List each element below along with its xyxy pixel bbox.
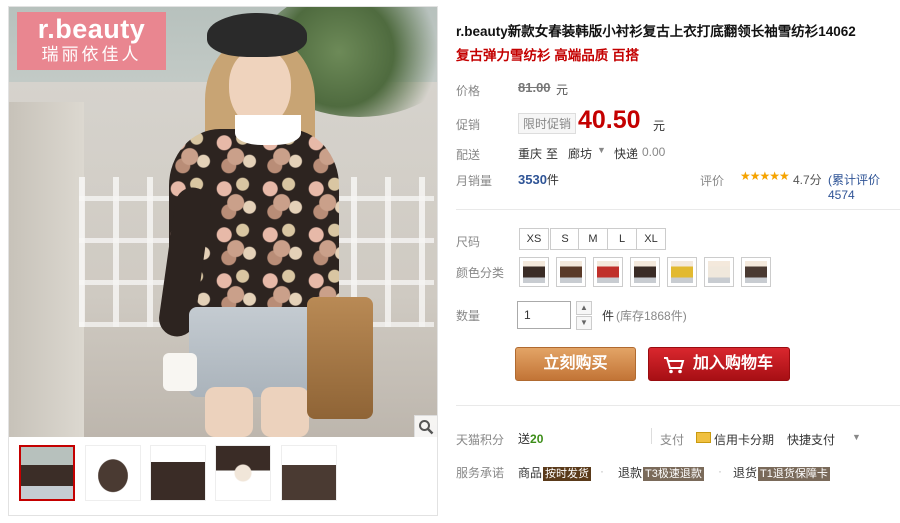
size-option-s[interactable]: S	[550, 228, 580, 250]
brand-subtitle: 瑞丽依佳人	[41, 45, 142, 65]
size-label: 尺码	[456, 235, 481, 249]
buy-now-button[interactable]: 立刻购买	[515, 347, 636, 381]
main-product-image[interactable]: r.beauty 瑞丽依佳人	[9, 7, 437, 437]
size-option-xl[interactable]: XL	[636, 228, 666, 250]
color-swatch-thumb	[745, 261, 767, 283]
sales-count-value: 3530	[518, 172, 547, 187]
color-swatch[interactable]	[704, 257, 734, 287]
thumbnail-4[interactable]	[215, 445, 271, 501]
service-tag: 按时发货	[543, 467, 592, 481]
color-swatch-thumb	[708, 261, 730, 283]
sales-label: 月销量	[456, 174, 493, 188]
original-price: 81.00	[518, 80, 551, 95]
quantity-input[interactable]	[517, 301, 571, 329]
size-option-xs[interactable]: XS	[519, 228, 549, 250]
rating-label: 评价	[700, 174, 725, 188]
brand-logo: r.beauty 瑞丽依佳人	[17, 12, 166, 70]
rating-stars-icon: ★★★★★	[740, 169, 790, 183]
service-prefix: 商品	[518, 466, 543, 480]
photo-model-leg	[205, 387, 253, 437]
service-prefix: 退款	[618, 466, 643, 480]
magnifier-icon	[419, 420, 434, 435]
size-option-l[interactable]: L	[607, 228, 637, 250]
product-gallery: r.beauty 瑞丽依佳人	[8, 6, 438, 516]
size-option-m[interactable]: M	[578, 228, 608, 250]
points-info: 送20	[518, 430, 543, 447]
photo-pillar	[9, 102, 84, 437]
ship-method: 快递	[614, 147, 639, 161]
promo-label: 促销	[456, 118, 481, 132]
color-swatch-thumb	[634, 261, 656, 283]
credit-installment-link[interactable]: 信用卡分期	[714, 431, 774, 448]
color-label: 颜色分类	[456, 266, 505, 280]
price-label: 价格	[456, 84, 481, 98]
shipping-label: 配送	[456, 148, 481, 162]
service-tag: T1退货保障卡	[758, 467, 830, 481]
divider	[456, 405, 900, 406]
photo-model-collar	[235, 115, 301, 145]
stock-count: (库存1868件)	[616, 309, 687, 323]
points-value: 20	[530, 432, 544, 446]
quantity-increase-button[interactable]: ▲	[576, 301, 592, 315]
price-unit: 元	[556, 83, 569, 97]
photo-bag	[307, 297, 373, 419]
ship-from: 重庆	[518, 147, 543, 161]
color-swatch-thumb	[597, 261, 619, 283]
brand-name: r.beauty	[37, 14, 146, 44]
photo-model-leg	[261, 387, 309, 437]
promo-price: 40.50	[578, 106, 641, 134]
separator-dot: ·	[718, 464, 722, 478]
color-swatch-thumb	[560, 261, 582, 283]
service-item[interactable]: 商品 按时发货	[518, 464, 592, 481]
zoom-button[interactable]	[414, 415, 437, 437]
thumbnail-5[interactable]	[281, 445, 337, 501]
quantity-decrease-button[interactable]: ▼	[576, 316, 592, 330]
promo-tag: 限时促销	[518, 113, 577, 134]
credit-card-icon	[696, 432, 711, 443]
thumbnail-3[interactable]	[150, 445, 206, 501]
quick-pay-select[interactable]: 快捷支付	[787, 431, 835, 448]
color-swatch[interactable]	[667, 257, 697, 287]
product-subtitle: 复古弹力雪纺衫 高端品质 百搭	[456, 48, 640, 63]
color-swatch-thumb	[671, 261, 693, 283]
thumbnail-2[interactable]	[85, 445, 141, 501]
sales-count: 3530件	[518, 171, 559, 188]
service-item[interactable]: 退款 T3极速退款	[618, 464, 704, 481]
sales-unit: 件	[546, 173, 559, 187]
service-tag: T3极速退款	[643, 467, 704, 481]
add-to-cart-label: 加入购物车	[693, 355, 774, 372]
service-item[interactable]: 退货 T1退货保障卡	[733, 464, 830, 481]
color-swatch-thumb	[523, 261, 545, 283]
cart-icon	[664, 357, 685, 374]
ship-destination-select[interactable]: 廊坊	[568, 145, 592, 162]
color-swatch[interactable]	[519, 257, 549, 287]
color-swatch[interactable]	[630, 257, 660, 287]
points-text: 送	[518, 432, 531, 446]
quantity-label: 数量	[456, 309, 481, 323]
color-swatch[interactable]	[593, 257, 623, 287]
thumbnail-1[interactable]	[19, 445, 75, 501]
ship-to: 至	[546, 147, 559, 161]
separator-dot: ·	[600, 464, 604, 478]
photo-model-hat	[207, 13, 307, 57]
divider	[456, 209, 900, 210]
rating-count-link[interactable]: (累计评价4574	[828, 171, 900, 202]
product-title: r.beauty新款女春装韩版小衬衫复古上衣打底翻领长袖雪纺衫14062	[456, 24, 856, 39]
service-prefix: 退货	[733, 466, 758, 480]
points-label: 天猫积分	[456, 433, 505, 447]
service-label: 服务承诺	[456, 466, 505, 480]
ship-cost: 0.00	[642, 145, 666, 159]
photo-model-shorts	[189, 307, 319, 397]
divider	[651, 428, 652, 444]
add-to-cart-button[interactable]: 加入购物车	[648, 347, 790, 381]
photo-cup	[163, 353, 197, 391]
color-swatch[interactable]	[556, 257, 586, 287]
chevron-down-icon[interactable]: ▼	[852, 432, 861, 442]
promo-unit: 元	[653, 119, 666, 133]
chevron-down-icon[interactable]: ▼	[597, 145, 606, 155]
payment-label: 支付	[660, 433, 685, 447]
color-swatch[interactable]	[741, 257, 771, 287]
quantity-unit: 件	[602, 309, 615, 323]
rating-score: 4.7分	[793, 173, 822, 187]
